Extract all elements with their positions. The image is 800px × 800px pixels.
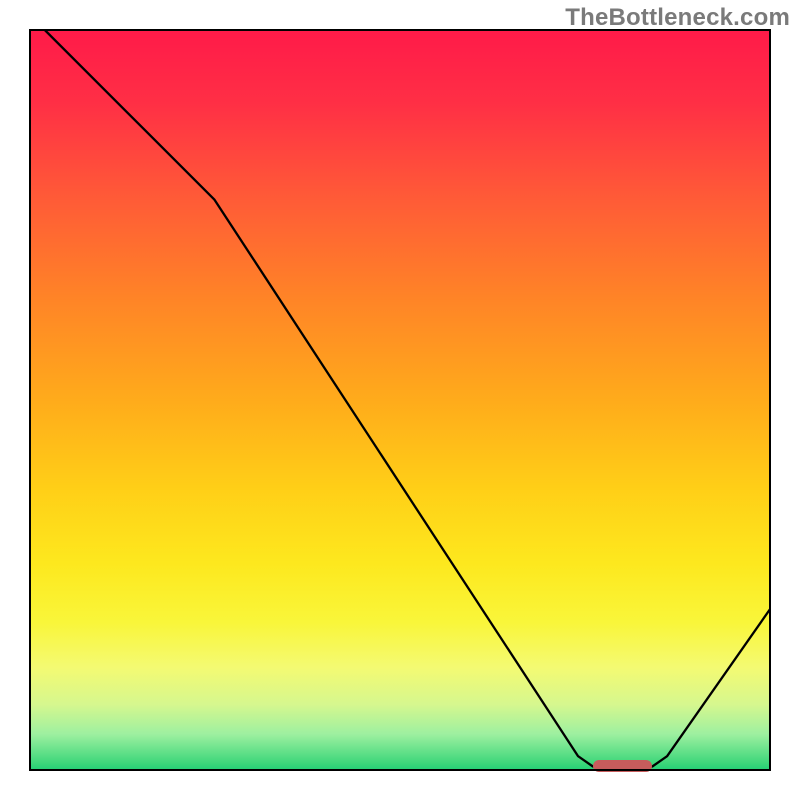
- chart-root: TheBottleneck.com: [0, 0, 800, 800]
- watermark-text: TheBottleneck.com: [565, 4, 790, 32]
- gradient-background: [29, 29, 771, 771]
- optimal-range-marker: [593, 760, 652, 772]
- plot-area: [29, 29, 771, 771]
